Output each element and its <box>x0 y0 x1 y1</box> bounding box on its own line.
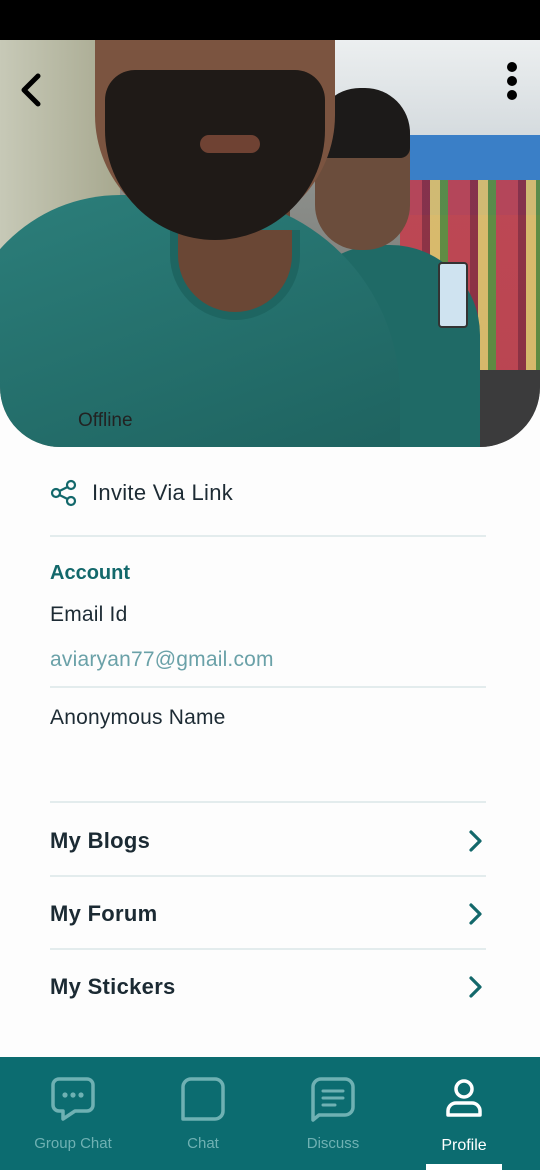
profile-icon <box>446 1079 482 1117</box>
nav-profile-label: Profile <box>441 1137 487 1154</box>
nav-group-chat[interactable]: Group Chat <box>8 1057 138 1170</box>
back-button[interactable] <box>14 70 50 110</box>
my-stickers-label: My Stickers <box>50 974 176 999</box>
divider <box>50 801 486 803</box>
email-value: aviaryan77@gmail.com <box>50 648 274 671</box>
divider <box>50 875 486 877</box>
my-stickers-row[interactable]: My Stickers <box>50 957 486 1017</box>
nav-group-chat-label: Group Chat <box>34 1135 112 1152</box>
anonymous-name-label: Anonymous Name <box>50 706 226 729</box>
discuss-icon <box>311 1077 355 1122</box>
bottom-navigation: Group Chat Chat Discuss Profile <box>0 1057 540 1170</box>
email-label: Email Id <box>50 603 128 626</box>
status-bar <box>0 0 540 40</box>
share-icon <box>50 479 77 507</box>
chat-icon <box>181 1077 225 1121</box>
nav-chat-label: Chat <box>187 1135 219 1152</box>
account-section-title: Account <box>50 562 130 584</box>
chevron-right-icon <box>469 830 482 852</box>
more-vertical-icon <box>500 62 524 100</box>
divider <box>50 948 486 950</box>
active-tab-indicator <box>426 1164 502 1170</box>
chevron-right-icon <box>469 976 482 998</box>
profile-cover-photo <box>0 40 540 447</box>
chevron-right-icon <box>469 903 482 925</box>
my-blogs-label: My Blogs <box>50 828 151 853</box>
my-blogs-row[interactable]: My Blogs <box>50 811 486 871</box>
my-forum-row[interactable]: My Forum <box>50 884 486 944</box>
nav-profile[interactable]: Profile <box>399 1057 529 1170</box>
nav-chat[interactable]: Chat <box>138 1057 268 1170</box>
nav-discuss-label: Discuss <box>306 1135 360 1152</box>
online-status: Offline <box>78 410 133 431</box>
more-options-button[interactable] <box>500 62 524 104</box>
divider <box>50 686 486 688</box>
group-chat-icon <box>51 1077 95 1121</box>
invite-label: Invite Via Link <box>92 480 234 505</box>
my-forum-label: My Forum <box>50 901 158 926</box>
chevron-left-icon <box>21 73 41 107</box>
invite-via-link-button[interactable]: Invite Via Link <box>50 475 233 511</box>
nav-discuss[interactable]: Discuss <box>268 1057 398 1170</box>
divider <box>50 535 486 537</box>
